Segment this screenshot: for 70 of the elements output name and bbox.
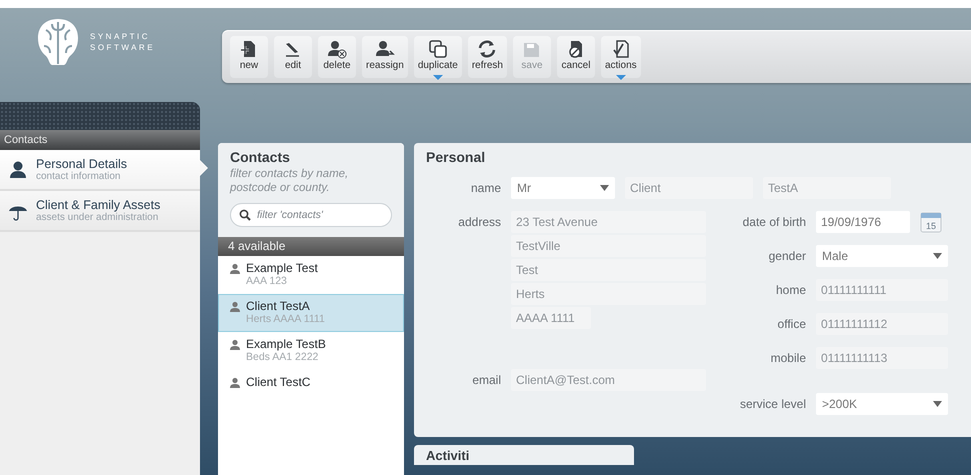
logo-text: SOFTWARE [90, 42, 156, 53]
field-label: gender [768, 249, 806, 263]
address-field[interactable]: Herts [511, 283, 706, 305]
field-label: office [776, 317, 806, 331]
caret-icon [933, 253, 942, 259]
edit-button[interactable]: edit [274, 36, 312, 78]
select-field[interactable]: Male [816, 245, 948, 267]
new-button[interactable]: new [230, 36, 268, 78]
field-label: mobile [770, 351, 806, 365]
duplicate-button[interactable]: duplicate [414, 36, 462, 78]
field-label: email [471, 373, 501, 387]
item-subtitle: contact information [36, 171, 122, 182]
date-field[interactable]: 19/09/1976 [816, 211, 910, 233]
contact-name: Example TestB [246, 337, 326, 351]
caret-icon [600, 185, 609, 191]
field-label: name [470, 181, 501, 195]
contact-detail: Beds AA1 2222 [246, 351, 320, 363]
sidebar-item[interactable]: Client & Family Assets assets under administration [0, 191, 200, 232]
field-label: service level [738, 397, 806, 411]
select-field[interactable]: >200K [816, 393, 948, 415]
contact-detail: Herts AAAA 1111 [246, 313, 325, 325]
contact-name: Client TestA [246, 299, 311, 313]
contact-item[interactable]: Client TestA Herts AAAA 1111 [218, 294, 404, 332]
contact-count: 4 available [218, 237, 404, 256]
duplicate-icon [428, 39, 448, 59]
actions-button[interactable]: actions [600, 36, 641, 78]
field-label: date of birth [742, 215, 806, 229]
address-field[interactable]: AAAA 1111 [511, 307, 591, 329]
delete-button[interactable]: delete [318, 36, 356, 78]
first-name-field[interactable]: Client [625, 177, 753, 199]
person-icon [229, 339, 241, 351]
cancel-button[interactable]: cancel [556, 36, 595, 78]
filter-hint: filter contacts by name, postcode or county. [230, 167, 350, 195]
field-label: address [457, 215, 501, 229]
panel-title: Personal [426, 149, 486, 165]
person-icon [229, 377, 241, 389]
search-icon [239, 209, 251, 221]
address-field[interactable]: 23 Test Avenue [511, 211, 706, 233]
refresh-button[interactable]: refresh [468, 36, 507, 78]
item-subtitle: assets under administration [36, 212, 160, 223]
phone-field[interactable]: 01111111111 [816, 279, 948, 301]
contact-name: Client TestC [246, 375, 310, 389]
section-title: Activiti [414, 445, 634, 465]
person-icon [229, 263, 241, 275]
email-field[interactable]: ClientA@Test.com [511, 369, 706, 391]
address-field[interactable]: Test [511, 259, 706, 281]
search-field[interactable]: filter 'contacts' [230, 203, 392, 227]
reassign-button[interactable]: reassign [362, 36, 408, 78]
field-label: home [774, 283, 806, 297]
logo-text: SYNAPTIC [90, 31, 152, 42]
reassign-icon [374, 39, 395, 59]
address-field[interactable]: TestVille [511, 235, 706, 257]
contact-detail: AAA 123 [246, 275, 288, 287]
delete-icon [327, 39, 347, 59]
person-icon [229, 301, 241, 313]
selection-pointer [200, 160, 208, 176]
refresh-icon [477, 39, 498, 59]
title-select[interactable]: Mr [511, 177, 615, 199]
sidebar-header: Contacts [0, 130, 200, 150]
actions-icon [610, 39, 631, 59]
contact-name: Example Test [246, 261, 318, 275]
person-icon [8, 160, 28, 180]
phone-field[interactable]: 01111111112 [816, 313, 948, 335]
item-title: Personal Details [36, 157, 128, 171]
panel-title: Contacts [230, 149, 291, 165]
item-title: Client & Family Assets [36, 198, 160, 212]
phone-field[interactable]: 01111111113 [816, 347, 948, 369]
caret-icon [933, 401, 942, 407]
last-name-field[interactable]: TestA [763, 177, 891, 199]
calendar-day: 15 [926, 221, 936, 231]
